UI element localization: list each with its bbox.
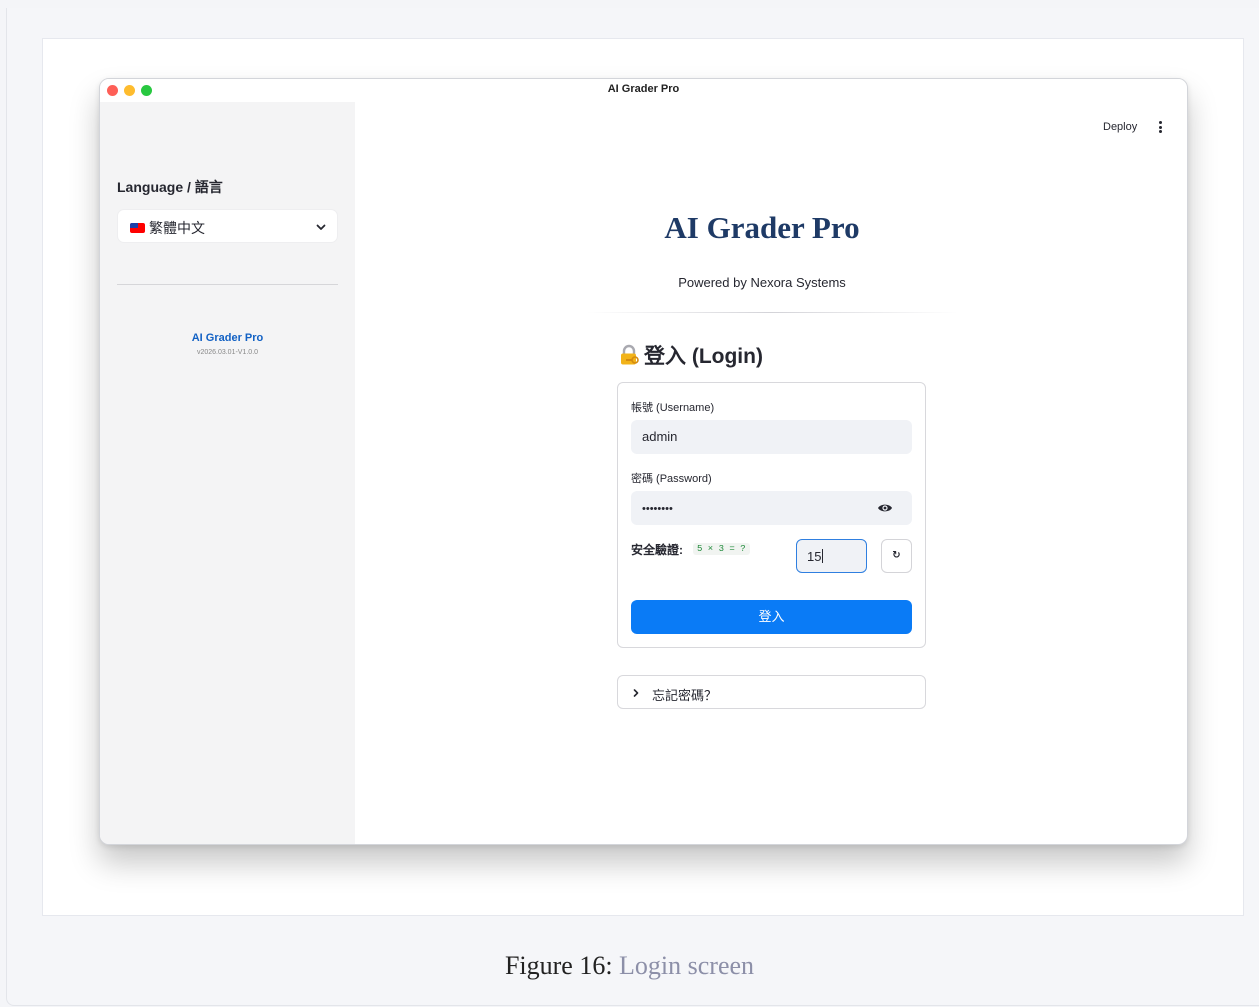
language-label: Language / 語言: [117, 179, 223, 195]
language-select[interactable]: 繁體中文: [117, 209, 338, 243]
app-window: AI Grader Pro Language / 語言 繁體中文 AI Grad…: [99, 78, 1188, 845]
captcha-answer: 15: [807, 549, 822, 564]
sidebar: Language / 語言 繁體中文 AI Grader Pro v2026.0…: [100, 102, 355, 844]
login-heading-text: 登入 (Login): [644, 345, 763, 368]
window-titlebar: AI Grader Pro: [100, 79, 1187, 102]
sidebar-app-name: AI Grader Pro: [191, 332, 264, 344]
password-input[interactable]: ••••••••: [631, 491, 912, 525]
forgot-password-expander[interactable]: 忘記密碼？: [617, 675, 926, 709]
caption-text: Login screen: [619, 951, 755, 980]
window-title: AI Grader Pro: [607, 83, 680, 95]
login-heading: 登入 (Login): [618, 340, 763, 370]
language-select-value: 繁體中文: [149, 220, 205, 236]
page-title: AI Grader Pro: [664, 210, 860, 245]
chevron-right-icon: [633, 689, 639, 697]
username-input[interactable]: admin: [631, 420, 912, 454]
title-divider: [586, 312, 958, 313]
username-label: 帳號 (Username): [631, 402, 715, 414]
sidebar-divider: [117, 284, 338, 285]
password-label: 密碼 (Password): [631, 473, 712, 485]
page-subtitle: Powered by Nexora Systems: [678, 275, 846, 290]
forgot-password-label: 忘記密碼？: [652, 688, 718, 703]
taiwan-flag-icon: [130, 223, 145, 233]
caption-prefix: Figure 16:: [504, 951, 613, 980]
captcha-question: 5 × 3 = ?: [693, 543, 750, 555]
refresh-captcha-button[interactable]: ↻: [881, 539, 912, 573]
login-button[interactable]: 登入: [631, 600, 912, 634]
lock-with-key-icon: [621, 344, 639, 365]
chevron-down-icon: [316, 224, 326, 230]
eye-icon[interactable]: [877, 502, 893, 514]
captcha-label: 安全驗證:: [631, 543, 683, 557]
sidebar-version: v2026.03.01-V1.0.0: [196, 349, 259, 356]
deploy-button[interactable]: Deploy: [1103, 121, 1137, 133]
more-menu-icon[interactable]: [1158, 121, 1164, 135]
captcha-input[interactable]: 15: [796, 539, 867, 573]
password-value: ••••••••: [642, 503, 673, 515]
login-form: 帳號 (Username) admin 密碼 (Password) ••••••…: [617, 382, 926, 648]
figure-caption: Figure 16: Login screen: [0, 951, 1259, 981]
